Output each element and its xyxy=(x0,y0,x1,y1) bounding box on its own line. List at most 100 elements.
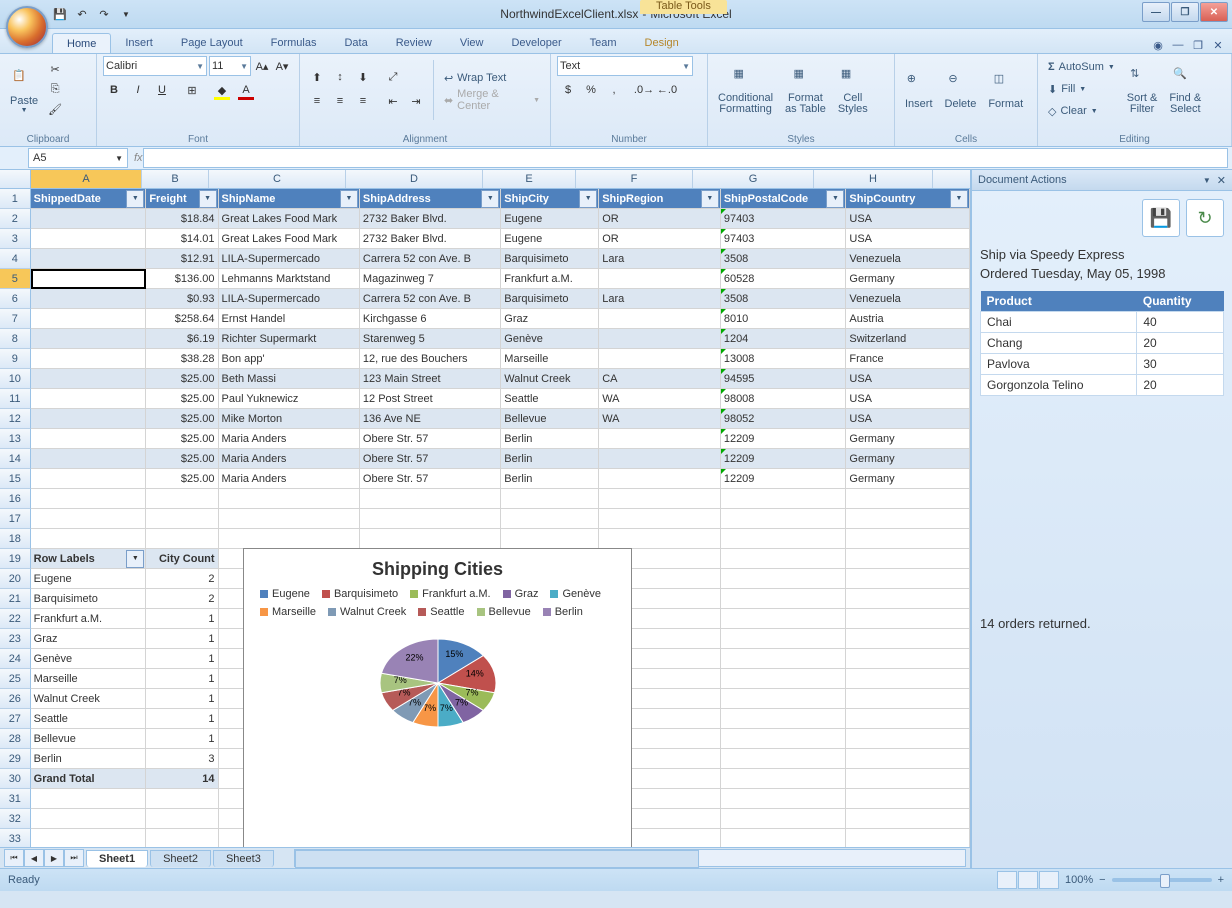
table-cell[interactable]: 94595 xyxy=(721,369,847,389)
table-cell[interactable] xyxy=(31,469,147,489)
table-cell[interactable]: 123 Main Street xyxy=(360,369,501,389)
select-all-corner[interactable] xyxy=(0,170,31,188)
table-cell[interactable]: $25.00 xyxy=(146,389,218,409)
table-cell[interactable]: Venezuela xyxy=(846,249,970,269)
table-cell[interactable]: Starenweg 5 xyxy=(360,329,501,349)
table-cell[interactable]: 60528 xyxy=(721,269,847,289)
table-cell[interactable] xyxy=(31,329,147,349)
column-header[interactable]: A xyxy=(31,170,142,188)
row-header[interactable]: 9 xyxy=(0,349,31,369)
font-color-button[interactable]: A xyxy=(235,79,257,101)
tab-review[interactable]: Review xyxy=(382,33,446,53)
undo-icon[interactable]: ↶ xyxy=(74,6,90,22)
save-icon[interactable]: 💾 xyxy=(52,6,68,22)
increase-decimal-icon[interactable]: .0→ xyxy=(633,79,655,101)
table-cell[interactable] xyxy=(599,329,721,349)
table-cell[interactable] xyxy=(31,389,147,409)
pane-refresh-button[interactable]: ↻ xyxy=(1186,199,1224,237)
table-cell[interactable]: Germany xyxy=(846,429,970,449)
table-cell[interactable]: $25.00 xyxy=(146,409,218,429)
table-cell[interactable]: Austria xyxy=(846,309,970,329)
row-header[interactable]: 7 xyxy=(0,309,31,329)
percent-icon[interactable]: % xyxy=(580,79,602,101)
table-header-cell[interactable]: ShipCity▼ xyxy=(501,189,599,209)
tab-home[interactable]: Home xyxy=(52,33,111,53)
table-cell[interactable]: Great Lakes Food Mark xyxy=(219,209,360,229)
sort-filter-button[interactable]: ⇅Sort & Filter xyxy=(1123,56,1162,126)
grow-font-icon[interactable]: A▴ xyxy=(253,57,271,75)
help-icon[interactable]: ◉ xyxy=(1150,39,1166,53)
table-cell[interactable]: Berlin xyxy=(501,469,599,489)
table-cell[interactable]: 136 Ave NE xyxy=(360,409,501,429)
table-cell[interactable]: Lara xyxy=(599,249,721,269)
row-header[interactable]: 3 xyxy=(0,229,31,249)
table-cell[interactable]: Maria Anders xyxy=(219,469,360,489)
align-bottom-icon[interactable]: ⬇ xyxy=(352,66,374,88)
table-cell[interactable]: Berlin xyxy=(501,449,599,469)
fx-icon[interactable]: fx xyxy=(134,152,143,164)
table-cell[interactable]: Obere Str. 57 xyxy=(360,449,501,469)
column-header[interactable]: G xyxy=(693,170,814,188)
tab-view[interactable]: View xyxy=(446,33,498,53)
align-middle-icon[interactable]: ↕ xyxy=(329,66,351,88)
shrink-font-icon[interactable]: A▾ xyxy=(273,57,291,75)
minimize-ribbon-icon[interactable]: — xyxy=(1170,39,1186,53)
table-cell[interactable]: 12, rue des Bouchers xyxy=(360,349,501,369)
table-cell[interactable] xyxy=(599,349,721,369)
table-cell[interactable]: $136.00 xyxy=(146,269,218,289)
paste-button[interactable]: 📋 Paste ▼ xyxy=(6,56,42,126)
sheet-tab[interactable]: Sheet2 xyxy=(150,850,211,867)
table-cell[interactable]: WA xyxy=(599,409,721,429)
table-cell[interactable]: Walnut Creek xyxy=(501,369,599,389)
table-cell[interactable]: Lara xyxy=(599,289,721,309)
column-header[interactable]: C xyxy=(209,170,346,188)
minimize-button[interactable]: — xyxy=(1142,2,1170,22)
table-header-cell[interactable]: ShipRegion▼ xyxy=(599,189,721,209)
row-header[interactable]: 1 xyxy=(0,189,31,209)
table-cell[interactable] xyxy=(31,429,147,449)
table-cell[interactable] xyxy=(31,229,147,249)
horizontal-scrollbar[interactable] xyxy=(294,849,966,867)
table-cell[interactable]: Paul Yuknewicz xyxy=(219,389,360,409)
table-cell[interactable]: USA xyxy=(846,389,970,409)
table-cell[interactable] xyxy=(31,449,147,469)
decrease-indent-icon[interactable]: ⇤ xyxy=(382,90,404,112)
office-button[interactable] xyxy=(6,6,48,48)
table-cell[interactable]: Maria Anders xyxy=(219,449,360,469)
table-cell[interactable]: 98008 xyxy=(721,389,847,409)
table-cell[interactable] xyxy=(31,349,147,369)
comma-icon[interactable]: , xyxy=(603,79,625,101)
restore-window-icon[interactable]: ❐ xyxy=(1190,39,1206,53)
table-cell[interactable]: $18.84 xyxy=(146,209,218,229)
table-cell[interactable]: Germany xyxy=(846,469,970,489)
pane-save-button[interactable]: 💾 xyxy=(1142,199,1180,237)
pivot-filter-button[interactable]: ▼ xyxy=(126,550,144,568)
table-cell[interactable]: Venezuela xyxy=(846,289,970,309)
first-sheet-button[interactable]: ⏮ xyxy=(4,849,24,867)
pane-close-icon[interactable]: ✕ xyxy=(1217,174,1226,187)
conditional-formatting-button[interactable]: ▦Conditional Formatting xyxy=(714,56,777,126)
table-cell[interactable]: $38.28 xyxy=(146,349,218,369)
fill-color-button[interactable]: ◆ xyxy=(211,79,233,101)
table-cell[interactable]: 8010 xyxy=(721,309,847,329)
table-cell[interactable]: $25.00 xyxy=(146,369,218,389)
table-cell[interactable]: Germany xyxy=(846,449,970,469)
table-cell[interactable]: OR xyxy=(599,209,721,229)
table-cell[interactable]: Carrera 52 con Ave. B xyxy=(360,249,501,269)
page-break-view-button[interactable] xyxy=(1039,871,1059,889)
row-header[interactable]: 8 xyxy=(0,329,31,349)
row-header[interactable]: 4 xyxy=(0,249,31,269)
table-header-cell[interactable]: ShipPostalCode▼ xyxy=(721,189,847,209)
table-cell[interactable]: Obere Str. 57 xyxy=(360,429,501,449)
table-cell[interactable]: Bon app' xyxy=(219,349,360,369)
table-cell[interactable]: Mike Morton xyxy=(219,409,360,429)
currency-icon[interactable]: $ xyxy=(557,79,579,101)
table-cell[interactable]: Frankfurt a.M. xyxy=(501,269,599,289)
table-cell[interactable]: $258.64 xyxy=(146,309,218,329)
table-cell[interactable]: 2732 Baker Blvd. xyxy=(360,209,501,229)
prev-sheet-button[interactable]: ◀ xyxy=(24,849,44,867)
column-header[interactable]: D xyxy=(346,170,483,188)
zoom-in-button[interactable]: + xyxy=(1218,874,1224,886)
table-cell[interactable] xyxy=(599,469,721,489)
underline-button[interactable]: U xyxy=(151,79,173,101)
